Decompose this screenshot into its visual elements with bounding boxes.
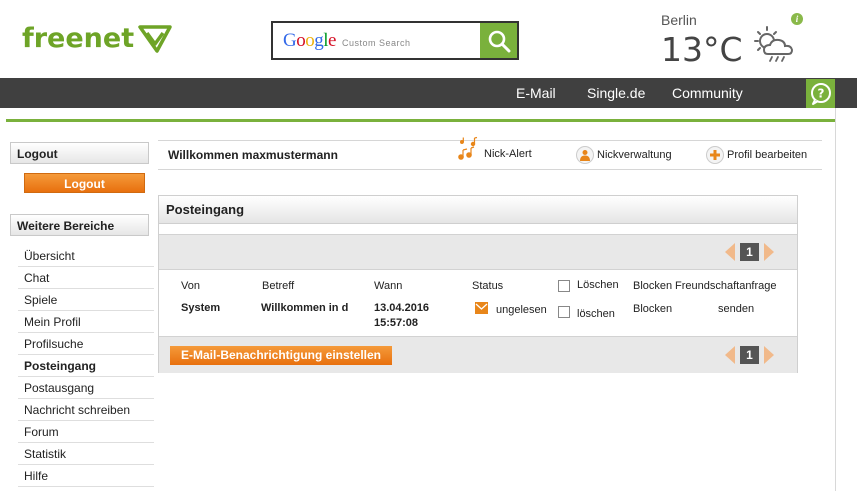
row-subject[interactable]: Willkommen in d — [261, 302, 348, 314]
nick-alert-label: Nick-Alert — [484, 148, 532, 160]
logo-text: freenet — [22, 22, 135, 54]
nav-community[interactable]: Community — [672, 85, 743, 101]
nickverwaltung-link[interactable]: Nickverwaltung — [576, 146, 672, 164]
logout-box-header: Logout — [10, 142, 149, 164]
row-delete-checkbox[interactable] — [558, 306, 570, 318]
prev-page-arrow-icon[interactable] — [725, 346, 735, 364]
row-block-link[interactable]: Blocken — [633, 303, 672, 315]
sidebar-item-hilfe[interactable]: Hilfe — [18, 465, 154, 487]
sidebar-item-posteingang[interactable]: Posteingang — [18, 355, 154, 377]
google-custom-search[interactable]: Google Custom Search — [271, 21, 519, 60]
sidebar-item-chat[interactable]: Chat — [18, 267, 154, 289]
music-notes-icon — [458, 136, 478, 160]
profil-bearbeiten-label: Profil bearbeiten — [727, 149, 808, 161]
welcome-bar: Willkommen maxmustermann Nick-Alert Nick… — [158, 136, 822, 170]
col-von: Von — [181, 280, 200, 292]
plus-icon — [706, 146, 724, 164]
weather-info-icon[interactable]: i — [791, 13, 803, 25]
pager-bottom: 1 — [725, 346, 774, 364]
row-friend-request-link[interactable]: senden — [718, 303, 754, 315]
search-input[interactable]: Google Custom Search — [273, 23, 480, 58]
content-right-border — [835, 108, 836, 491]
inbox-panel: Posteingang 1 Von Betreff Wann Status Lö… — [158, 195, 798, 373]
row-time: 15:57:08 — [374, 317, 419, 329]
row-status: ungelesen — [496, 304, 547, 316]
sidebar-item-nachricht-schreiben[interactable]: Nachricht schreiben — [18, 399, 154, 421]
help-question-icon: ? — [810, 82, 831, 105]
help-label: ? — [817, 86, 824, 100]
col-status: Status — [472, 280, 504, 292]
unread-envelope-icon — [475, 302, 488, 314]
col-betreff: Betreff — [262, 280, 295, 292]
freenet-logo-mark-icon — [138, 25, 172, 53]
main-nav: E-Mail Single.de Community — [0, 78, 857, 108]
inbox-footer: E-Mail-Benachrichtigung einstellen 1 — [159, 336, 797, 373]
welcome-text: Willkommen maxmustermann — [168, 148, 338, 162]
more-areas-header: Weitere Bereiche — [10, 214, 149, 236]
next-page-arrow-icon[interactable] — [764, 346, 774, 364]
sidebar-item-mein-profil[interactable]: Mein Profil — [18, 311, 154, 333]
nick-alert-link[interactable]: Nick-Alert — [457, 136, 532, 162]
header-divider — [6, 119, 835, 122]
nav-email[interactable]: E-Mail — [516, 85, 556, 101]
logout-button[interactable]: Logout — [24, 173, 145, 193]
email-notification-button[interactable]: E-Mail-Benachrichtigung einstellen — [170, 346, 392, 365]
profil-bearbeiten-link[interactable]: Profil bearbeiten — [706, 146, 807, 164]
nickverwaltung-label: Nickverwaltung — [597, 149, 672, 161]
weather-temperature: 13°C — [661, 30, 743, 69]
next-page-arrow-icon[interactable] — [764, 243, 774, 261]
user-icon — [576, 146, 594, 164]
sidebar-menu: Übersicht Chat Spiele Mein Profil Profil… — [18, 245, 154, 487]
sidebar-item-statistik[interactable]: Statistik — [18, 443, 154, 465]
inbox-title: Posteingang — [159, 196, 797, 224]
sidebar-item-forum[interactable]: Forum — [18, 421, 154, 443]
col-freundschaftanfrage: Freundschaftanfrage — [675, 280, 777, 292]
weather-city: Berlin — [661, 12, 697, 28]
row-delete-label: löschen — [577, 308, 615, 320]
select-all-checkbox[interactable] — [558, 280, 570, 292]
current-page-number: 1 — [740, 346, 759, 364]
search-button[interactable] — [480, 23, 517, 58]
prev-page-arrow-icon[interactable] — [725, 243, 735, 261]
nav-single-de[interactable]: Single.de — [587, 85, 645, 101]
sidebar-item-postausgang[interactable]: Postausgang — [18, 377, 154, 399]
col-wann: Wann — [374, 280, 403, 292]
col-loeschen: Löschen — [577, 279, 619, 291]
help-button[interactable]: ? — [806, 79, 835, 108]
row-date: 13.04.2016 — [374, 302, 430, 314]
inbox-pager-top: 1 — [159, 234, 797, 270]
sidebar-item-uebersicht[interactable]: Übersicht — [18, 245, 154, 267]
google-brand: Google — [283, 29, 336, 51]
freenet-logo[interactable]: freenet — [22, 22, 172, 54]
pager-top: 1 — [725, 243, 774, 261]
custom-search-label: Custom Search — [341, 37, 411, 48]
search-icon — [488, 30, 510, 52]
partly-cloudy-rain-icon[interactable] — [750, 24, 800, 64]
sidebar-item-spiele[interactable]: Spiele — [18, 289, 154, 311]
row-from: System — [181, 302, 221, 314]
col-blocken: Blocken — [633, 280, 673, 292]
current-page-number: 1 — [740, 243, 759, 261]
sidebar-item-profilsuche[interactable]: Profilsuche — [18, 333, 154, 355]
